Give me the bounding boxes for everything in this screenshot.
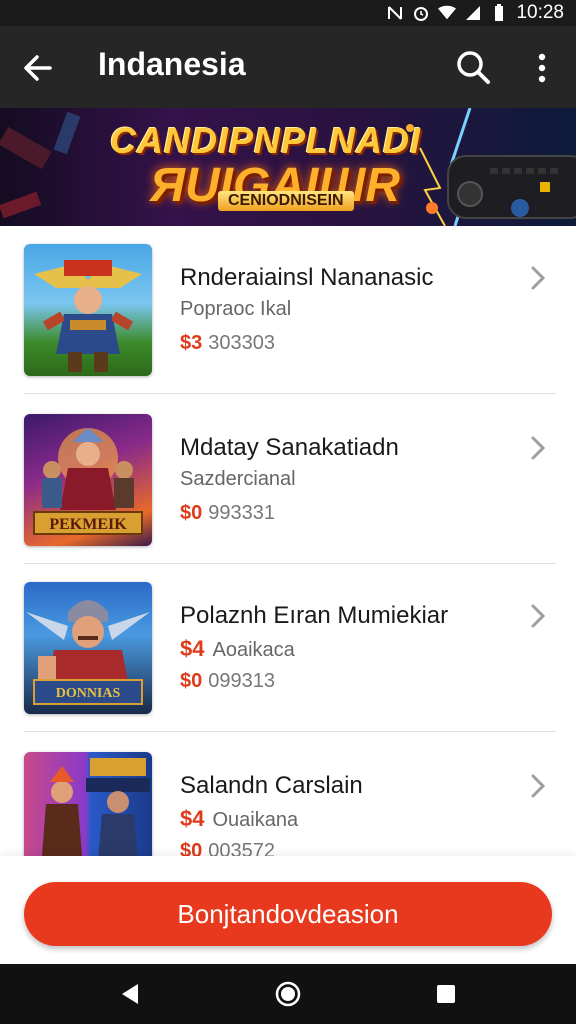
list-item[interactable]: PEKMEIK Mdatay Sanakatiadn Sazdercianal … (0, 396, 576, 564)
price-value: 099313 (208, 670, 275, 692)
divider (24, 393, 556, 394)
chevron-right-icon[interactable] (528, 602, 548, 630)
search-icon[interactable] (454, 48, 492, 86)
game-thumbnail: PEKMEIK (24, 414, 152, 546)
list-item[interactable]: DONNIAS Polaznh Eıran Mumiekiar $4 Aoaika… (0, 564, 576, 732)
bottom-action-bar: Bonjtandovdeasion (0, 856, 576, 964)
svg-text:PEKMEIK: PEKMEIK (49, 516, 127, 533)
item-price: $0 099313 (180, 670, 275, 693)
page-title: Indanesia (98, 46, 246, 82)
system-nav-bar (0, 964, 576, 1024)
nfc-icon (386, 4, 404, 22)
item-price: $0 993331 (180, 502, 275, 525)
subtitle-text: Aoaikaca (212, 639, 295, 661)
item-subtitle: $4 Aoaikaca (180, 636, 295, 662)
status-time: 10:28 (516, 2, 564, 23)
banner-subtitle: CENIODNISEIN (218, 191, 354, 211)
price-currency: $0 (180, 670, 203, 692)
item-subtitle: Sazdercianal (180, 468, 296, 490)
alarm-icon (412, 4, 430, 22)
svg-text:DONNIAS: DONNIAS (56, 686, 121, 701)
item-subtitle: Popraoc Ikal (180, 298, 292, 320)
primary-action-button[interactable]: Bonjtandovdeasion (24, 882, 552, 946)
promo-banner[interactable]: CANDIPNPLNADI ЯUIGAIШR CENIODNISEIN (0, 108, 576, 226)
item-title: Mdatay Sanakatiadn (180, 434, 399, 461)
more-vert-icon[interactable] (528, 50, 556, 86)
item-title: Polaznh Eıran Mumiekiar (180, 602, 449, 629)
item-price: $3 303303 (180, 332, 275, 355)
subtitle-currency: $4 (180, 636, 205, 661)
list-item[interactable]: Rnderaiainsl Nananasic Popraoc Ikal $3 30… (0, 226, 576, 394)
status-bar: 10:28 (0, 0, 576, 26)
chevron-right-icon[interactable] (528, 772, 548, 800)
game-thumbnail: DONNIAS (24, 582, 152, 714)
chevron-right-icon[interactable] (528, 264, 548, 292)
battery-icon (490, 4, 508, 22)
item-subtitle: $4 Ouaikana (180, 806, 298, 832)
price-currency: $3 (180, 332, 203, 354)
price-value: 303303 (208, 332, 275, 354)
nav-recents-icon[interactable] (432, 980, 460, 1008)
back-arrow-icon[interactable] (20, 50, 56, 86)
item-title: Salandn Carslain (180, 772, 363, 799)
app-bar: Indanesia (0, 26, 576, 108)
nav-home-icon[interactable] (274, 980, 302, 1008)
game-thumbnail (24, 244, 152, 376)
price-value: 993331 (208, 502, 275, 524)
subtitle-currency: $4 (180, 806, 205, 831)
wifi-icon (438, 4, 457, 22)
divider (24, 731, 556, 732)
nav-back-icon[interactable] (116, 980, 144, 1008)
item-title: Rnderaiainsl Nananasic (180, 264, 434, 291)
price-currency: $0 (180, 502, 203, 524)
subtitle-text: Ouaikana (212, 809, 299, 831)
signal-icon (464, 4, 482, 22)
chevron-right-icon[interactable] (528, 434, 548, 462)
banner-title-line1: CANDIPNPLNADI (110, 120, 422, 161)
